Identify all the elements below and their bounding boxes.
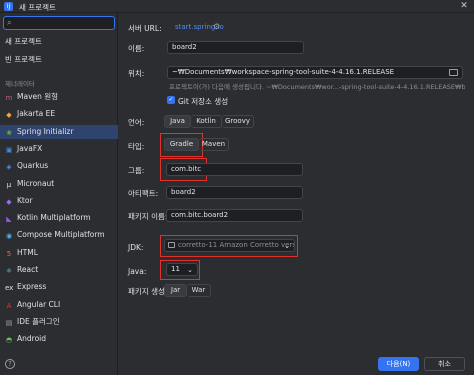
sidebar-item-new-project[interactable]: 새 프로젝트 bbox=[0, 35, 118, 49]
sidebar-item-label: Spring Initializr bbox=[17, 126, 74, 136]
sidebar-item-label: Maven 원형 bbox=[17, 92, 59, 101]
package-name-field[interactable]: com.bitc.board2 bbox=[166, 209, 303, 222]
jakarta-icon: ◆ bbox=[6, 111, 12, 120]
window-title: 새 프로젝트 bbox=[19, 3, 56, 12]
sidebar-item-label: Micronaut bbox=[17, 178, 55, 188]
main-panel: 서버 URL: start.spring.io ⚙ 이름: board2 위치:… bbox=[119, 13, 474, 375]
packaging-option-war[interactable]: War bbox=[187, 284, 211, 297]
jdk-value: corretto-11 Amazon Corretto version 11. bbox=[178, 241, 294, 249]
sidebar: ⌕ 새 프로젝트빈 프로젝트제너레이터 m Maven 원형 ◆ Jakarta EE ❀… bbox=[0, 13, 118, 375]
sidebar-item-label: Ktor bbox=[17, 195, 33, 205]
express-icon: ex bbox=[5, 284, 14, 293]
group-label: 그룹: bbox=[128, 166, 145, 175]
package-name-label: 패키지 이름: bbox=[128, 212, 168, 221]
chevron-down-icon: ⌄ bbox=[187, 266, 193, 274]
search-icon: ⌕ bbox=[7, 18, 12, 27]
sidebar-item-label: HTML bbox=[17, 247, 38, 257]
language-option-java[interactable]: Java bbox=[164, 115, 191, 128]
location-hint: 프로젝트이(가) 다음에 생성됩니다. ~₩Documents₩wor...-s… bbox=[169, 83, 465, 91]
sidebar-item-ktor[interactable]: ◆ Ktor bbox=[0, 194, 118, 208]
quarkus-icon: ◈ bbox=[6, 163, 12, 172]
language-label: 언어: bbox=[128, 118, 145, 127]
language-option-groovy[interactable]: Groovy bbox=[222, 115, 254, 128]
sidebar-item-label: Android bbox=[17, 334, 46, 344]
sidebar-item-kotlin[interactable]: ◣ Kotlin Multiplatform bbox=[0, 211, 118, 225]
sidebar-item-compose[interactable]: ◉ Compose Multiplatform bbox=[0, 228, 118, 242]
sidebar-item-label: Quarkus bbox=[17, 161, 49, 171]
artifact-label: 아티팩트: bbox=[128, 189, 159, 198]
plugin-icon: ▤ bbox=[5, 318, 13, 327]
type-label: 타입: bbox=[128, 142, 145, 151]
git-checkbox[interactable]: ✓ bbox=[167, 96, 175, 104]
sidebar-item-label: IDE 플러그인 bbox=[17, 316, 60, 326]
sidebar-item-jakarta[interactable]: ◆ Jakarta EE bbox=[0, 107, 118, 121]
jdk-dropdown[interactable]: corretto-11 Amazon Corretto version 11. … bbox=[164, 239, 295, 252]
sidebar-item-javafx[interactable]: ▣ JavaFX bbox=[0, 142, 118, 156]
spring-icon: ❀ bbox=[6, 128, 12, 137]
sidebar-item-maven[interactable]: m Maven 원형 bbox=[0, 90, 118, 104]
angular-icon: A bbox=[6, 301, 12, 310]
javafx-icon: ▣ bbox=[5, 145, 13, 154]
artifact-field[interactable]: board2 bbox=[166, 186, 303, 199]
intellij-icon: IJ bbox=[4, 2, 13, 11]
group-field[interactable]: com.bitc bbox=[166, 163, 303, 176]
search-input[interactable] bbox=[18, 18, 110, 28]
sidebar-item-angular[interactable]: A Angular CLI bbox=[0, 298, 118, 312]
java-version-dropdown[interactable]: 11 ⌄ bbox=[166, 263, 198, 276]
sidebar-item-spring[interactable]: ❀ Spring Initializr bbox=[0, 124, 118, 139]
cancel-button[interactable]: 취소 bbox=[424, 357, 465, 371]
sidebar-item-plugin[interactable]: ▤ IDE 플러그인 bbox=[0, 315, 118, 329]
title-bar: IJ 새 프로젝트 ✕ bbox=[0, 0, 474, 13]
kotlin-icon: ◣ bbox=[6, 215, 12, 224]
gear-icon[interactable]: ⚙ bbox=[213, 22, 220, 31]
search-box[interactable]: ⌕ bbox=[3, 16, 115, 30]
micronaut-icon: μ bbox=[6, 180, 12, 189]
sidebar-item-html[interactable]: 5 HTML bbox=[0, 246, 118, 260]
location-label: 위치: bbox=[128, 69, 145, 78]
next-button[interactable]: 다음(N) bbox=[378, 357, 419, 371]
type-option-gradle[interactable]: Gradle bbox=[164, 138, 199, 151]
java-version-value: 11 bbox=[171, 265, 180, 273]
sidebar-item-label: Kotlin Multiplatform bbox=[17, 213, 91, 223]
sidebar-item-label: Express bbox=[17, 282, 47, 292]
packaging-option-jar[interactable]: Jar bbox=[164, 284, 187, 297]
sidebar-item-label: Angular CLI bbox=[17, 299, 61, 309]
language-option-kotlin[interactable]: Kotlin bbox=[191, 115, 222, 128]
folder-icon[interactable] bbox=[449, 69, 458, 76]
type-option-maven[interactable]: Maven bbox=[199, 138, 229, 151]
sidebar-item-label: Jakarta EE bbox=[17, 109, 56, 119]
name-field[interactable]: board2 bbox=[167, 41, 304, 54]
location-field[interactable]: ~₩Documents₩workspace-spring-tool-suite-… bbox=[167, 66, 463, 79]
sidebar-item-label: React bbox=[17, 265, 39, 274]
sidebar-item-express[interactable]: ex Express bbox=[0, 280, 118, 294]
sidebar-item-quarkus[interactable]: ◈ Quarkus bbox=[0, 159, 118, 173]
react-icon: ⚛ bbox=[5, 267, 13, 275]
sidebar-item-empty-project[interactable]: 빈 프로젝트 bbox=[0, 53, 118, 67]
maven-icon: m bbox=[5, 94, 13, 102]
compose-icon: ◉ bbox=[5, 232, 13, 241]
sidebar-item-label: Compose Multiplatform bbox=[17, 230, 105, 240]
ktor-icon: ◆ bbox=[6, 197, 12, 206]
generators-header: 제너레이터 bbox=[5, 80, 35, 88]
git-label: Git 저장소 생성 bbox=[178, 97, 229, 106]
jdk-label: JDK: bbox=[128, 243, 144, 252]
sidebar-item-label: JavaFX bbox=[17, 143, 43, 153]
packaging-label: 패키지 생성: bbox=[128, 287, 168, 296]
close-icon[interactable]: ✕ bbox=[457, 0, 471, 13]
java-version-label: Java: bbox=[128, 267, 147, 276]
sidebar-item-react[interactable]: ⚛ React bbox=[0, 263, 118, 277]
location-value: ~₩Documents₩workspace-spring-tool-suite-… bbox=[172, 68, 395, 76]
android-icon: ◓ bbox=[5, 336, 13, 345]
sidebar-item-android[interactable]: ◓ Android bbox=[0, 332, 118, 346]
sidebar-item-micronaut[interactable]: μ Micronaut bbox=[0, 177, 118, 191]
chevron-down-icon: ⌄ bbox=[284, 242, 290, 250]
jdk-folder-icon bbox=[168, 242, 175, 248]
html-icon: 5 bbox=[6, 249, 12, 258]
help-icon[interactable]: ? bbox=[5, 359, 15, 369]
server-url-label: 서버 URL: bbox=[128, 24, 162, 33]
name-label: 이름: bbox=[128, 44, 145, 53]
